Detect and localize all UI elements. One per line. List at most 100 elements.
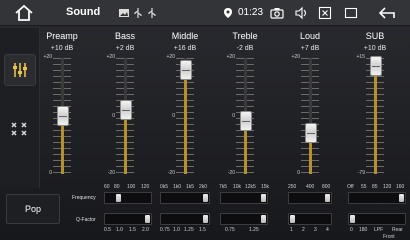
tick-label: Off [347, 184, 354, 190]
status-bar: Sound 01:23 [0, 0, 410, 26]
slider-handle[interactable] [261, 194, 266, 202]
loud-frequency-slider[interactable] [288, 192, 332, 204]
treble-frequency-slider[interactable] [220, 192, 268, 204]
tick-label: 55 [361, 184, 367, 190]
tick-label: 120 [383, 184, 392, 190]
usb-icon [148, 8, 156, 18]
scale-top: +20 [291, 54, 300, 60]
image-icon [119, 9, 129, 17]
tick-label: 1.25 [249, 227, 259, 233]
tick-label: 1.5 [199, 227, 206, 233]
slider-handle[interactable] [261, 215, 266, 223]
band-value: +7 dB [300, 45, 320, 52]
middle-slider-knob[interactable] [180, 60, 192, 80]
clock: 01:23 [238, 7, 264, 18]
window-icon[interactable] [344, 6, 358, 20]
band-preamp: Preamp +10 dB +20 0 [30, 26, 94, 186]
tick-label: 1 [290, 227, 293, 233]
tick-label: 0.5 [104, 227, 111, 233]
tick-label: 4 [326, 227, 329, 233]
slider-handle[interactable] [325, 194, 330, 202]
scale-mid: 0 [232, 113, 235, 119]
tick-label: 250 [288, 184, 297, 190]
band-name: Middle [171, 31, 199, 41]
tick-label: 3 [314, 227, 317, 233]
page-title: Sound [66, 6, 101, 18]
preamp-slider-knob[interactable] [57, 106, 69, 126]
slider-handle[interactable] [350, 215, 355, 223]
sub-slider-knob[interactable] [370, 56, 382, 76]
camera-icon[interactable] [270, 6, 284, 20]
back-icon[interactable] [378, 6, 398, 20]
treble-slider-knob[interactable] [240, 111, 252, 131]
tick-label: 400 [306, 184, 315, 190]
middle-frequency-slider[interactable] [160, 192, 210, 204]
slider-handle[interactable] [116, 194, 121, 202]
loud-q-slider[interactable] [288, 213, 332, 225]
tick-label: 0.75 [225, 227, 235, 233]
tick-label: 100 [127, 184, 136, 190]
preset-button[interactable]: Pop [6, 194, 60, 224]
band-value: +16 dB [173, 45, 197, 52]
tick-label: 60 [104, 184, 110, 190]
bass-slider-knob[interactable] [120, 100, 132, 120]
scale-mid: 0 [172, 113, 175, 119]
loud-slider-knob[interactable] [305, 123, 317, 143]
usb-icon [134, 8, 142, 18]
slider-handle[interactable] [203, 215, 208, 223]
scale-bottom: -79 [357, 170, 365, 176]
scale-top: +20 [106, 54, 115, 60]
band-value: +10 dB [363, 45, 387, 52]
scale-bottom: -20 [167, 170, 175, 176]
scale-bottom: 0 [297, 170, 300, 176]
band-name: Preamp [46, 31, 78, 41]
tick-label: 160 [396, 184, 405, 190]
treble-q-slider[interactable] [220, 213, 268, 225]
scale-mid: 0 [112, 113, 115, 119]
band-middle: Middle +16 dB +20 0 -20 [153, 26, 217, 186]
tick-label: 1.0 [116, 227, 123, 233]
scale-bottom: 0 [49, 170, 52, 176]
tick-label: 0.75 [160, 227, 170, 233]
tick-label: LPF [374, 227, 384, 233]
band-value: +10 dB [50, 45, 74, 52]
slider-handle[interactable] [399, 194, 404, 202]
bass-q-slider[interactable] [104, 213, 152, 225]
tick-label: Rear [392, 227, 403, 233]
volume-icon[interactable] [294, 6, 308, 20]
sub-frequency-slider[interactable] [348, 192, 406, 204]
band-name: Treble [232, 31, 258, 41]
tick-label: 2.0 [142, 227, 149, 233]
band-loud: Loud +7 dB +20 0 [278, 26, 342, 186]
close-box-icon[interactable] [318, 6, 332, 20]
slider-fill [374, 66, 377, 174]
band-value: +2 dB [115, 45, 135, 52]
tick-label: 7k5 [219, 184, 228, 190]
tick-label: 12k5 [245, 184, 256, 190]
scale-top: +20 [43, 54, 52, 60]
middle-q-slider[interactable] [160, 213, 210, 225]
tick-label: 120 [141, 184, 150, 190]
band-name: Loud [299, 31, 321, 41]
frequency-label: Frequency [72, 195, 96, 201]
slider-handle[interactable] [145, 215, 150, 223]
tick-label: 80 [114, 184, 120, 190]
qfactor-label: Q-Factor [76, 217, 96, 223]
band-name: SUB [365, 31, 385, 41]
scale-top: +20 [166, 54, 175, 60]
tick-label: 85 [372, 184, 378, 190]
slider-fill [124, 111, 127, 174]
tick-label: 0 [350, 227, 353, 233]
location-icon [224, 8, 232, 18]
slider-handle[interactable] [290, 215, 295, 223]
tick-label: 1k0 [173, 184, 182, 190]
bass-frequency-slider[interactable] [104, 192, 152, 204]
tick-label: 180 [359, 227, 368, 233]
band-bass: Bass +2 dB +20 0 -20 [93, 26, 157, 186]
scale-bottom: -20 [227, 170, 235, 176]
slider-handle[interactable] [203, 194, 208, 202]
band-value: -2 dB [236, 45, 254, 52]
sub-phase-slider[interactable] [348, 213, 406, 225]
tick-label: 2 [302, 227, 305, 233]
home-icon[interactable] [14, 4, 34, 22]
